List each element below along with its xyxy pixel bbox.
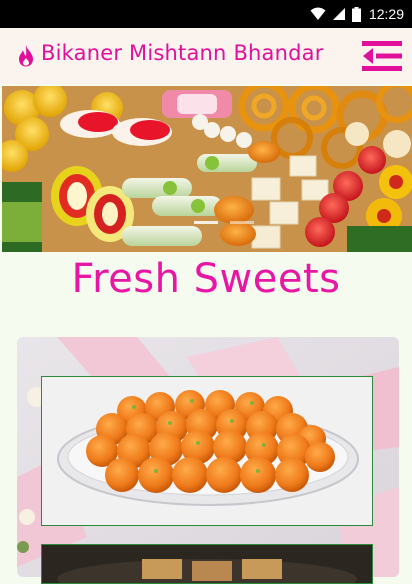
- wifi-icon: [310, 7, 326, 20]
- product-card[interactable]: [41, 376, 373, 526]
- battery-icon: [351, 6, 361, 22]
- hero-banner[interactable]: [2, 86, 412, 252]
- laddoo-plate-image: [42, 377, 372, 525]
- flame-icon: [19, 45, 33, 67]
- sweets-banner-image: [2, 86, 412, 252]
- section-title: Fresh Sweets: [71, 256, 341, 302]
- status-time: 12:29: [368, 6, 404, 22]
- menu-collapse-icon[interactable]: [362, 40, 402, 72]
- brand-title[interactable]: Bikaner Mishtann Bhandar: [41, 41, 324, 65]
- carousel-dot[interactable]: [194, 221, 218, 224]
- product-card[interactable]: [41, 544, 373, 584]
- signal-icon: [332, 8, 345, 20]
- app-header: Bikaner Mishtann Bhandar: [0, 28, 412, 84]
- carousel-dot[interactable]: [230, 221, 254, 224]
- sweets-plate-image: [42, 545, 372, 583]
- status-bar: 12:29: [0, 0, 412, 28]
